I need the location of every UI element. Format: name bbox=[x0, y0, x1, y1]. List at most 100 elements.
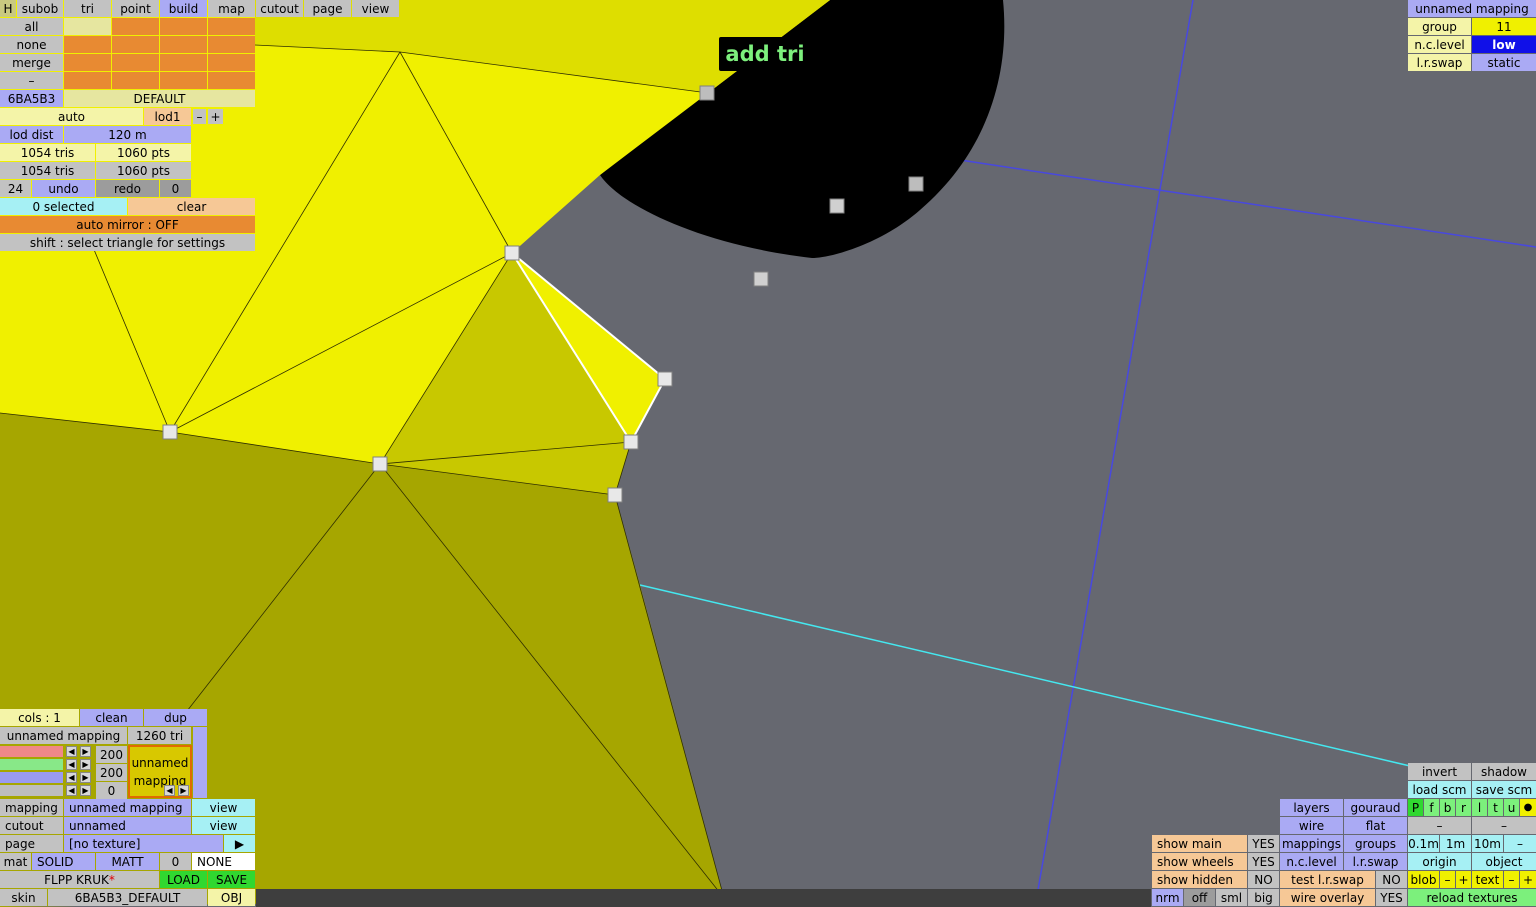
gray-right-arrow-icon[interactable]: ▶ bbox=[80, 785, 91, 796]
red-slider[interactable] bbox=[0, 746, 63, 757]
merge-button[interactable]: merge bbox=[0, 54, 63, 71]
swatch-13[interactable] bbox=[64, 72, 111, 89]
swatch-11[interactable] bbox=[160, 54, 207, 71]
group-value[interactable]: 11 bbox=[1472, 18, 1536, 35]
blob-minus-button[interactable]: – bbox=[1440, 871, 1455, 888]
clean-button[interactable]: clean bbox=[80, 709, 143, 726]
show-main-button[interactable]: show main bbox=[1152, 835, 1247, 852]
dot-icon[interactable]: ● bbox=[1520, 799, 1536, 816]
mode-cutout-button[interactable]: cutout bbox=[256, 0, 303, 17]
layers-button[interactable]: layers bbox=[1280, 799, 1343, 816]
scale-1m-button[interactable]: 1m bbox=[1440, 835, 1471, 852]
lod-minus-button[interactable]: – bbox=[193, 109, 206, 124]
flag-u-button[interactable]: u bbox=[1504, 799, 1519, 816]
3d-viewport[interactable] bbox=[0, 0, 1536, 907]
show-main-value[interactable]: YES bbox=[1248, 835, 1279, 852]
page-value[interactable]: [no texture] bbox=[64, 835, 223, 852]
show-wheels-value[interactable]: YES bbox=[1248, 853, 1279, 870]
gouraud-button[interactable]: gouraud bbox=[1344, 799, 1407, 816]
object-id[interactable]: 6BA5B3 bbox=[0, 90, 63, 107]
mode-page-button[interactable]: page bbox=[304, 0, 351, 17]
mapping-value[interactable]: unnamed mapping bbox=[64, 799, 191, 816]
show-hidden-button[interactable]: show hidden bbox=[1152, 871, 1247, 888]
flag-t-button[interactable]: t bbox=[1488, 799, 1503, 816]
green-right-arrow-icon[interactable]: ▶ bbox=[80, 759, 91, 770]
cutout-view-button[interactable]: view bbox=[192, 817, 255, 834]
mode-tri-button[interactable]: tri bbox=[64, 0, 111, 17]
gray-left-arrow-icon[interactable]: ◀ bbox=[66, 785, 77, 796]
swatch-7[interactable] bbox=[160, 36, 207, 53]
object-name[interactable]: DEFAULT bbox=[64, 90, 255, 107]
lod-plus-button[interactable]: + bbox=[208, 109, 223, 124]
invert-button[interactable]: invert bbox=[1408, 763, 1471, 780]
save-button[interactable]: SAVE bbox=[208, 871, 255, 888]
scale-10m-button[interactable]: 10m bbox=[1472, 835, 1503, 852]
swatch-3[interactable] bbox=[160, 18, 207, 35]
cutout-value[interactable]: unnamed bbox=[64, 817, 191, 834]
groups-button[interactable]: groups bbox=[1344, 835, 1407, 852]
mode-map-button[interactable]: map bbox=[208, 0, 255, 17]
load-button[interactable]: LOAD bbox=[160, 871, 207, 888]
blue-slider[interactable] bbox=[0, 772, 63, 783]
mapping-view-button[interactable]: view bbox=[192, 799, 255, 816]
blue-right-arrow-icon[interactable]: ▶ bbox=[80, 772, 91, 783]
flag-p-button[interactable]: P bbox=[1408, 799, 1423, 816]
red-right-arrow-icon[interactable]: ▶ bbox=[80, 746, 91, 757]
load-scm-button[interactable]: load scm bbox=[1408, 781, 1471, 798]
wire-button[interactable]: wire bbox=[1280, 817, 1343, 834]
mode-point-button[interactable]: point bbox=[112, 0, 159, 17]
none-field[interactable]: NONE bbox=[192, 853, 255, 870]
clear-button[interactable]: clear bbox=[128, 198, 255, 215]
text-minus-button[interactable]: – bbox=[1504, 871, 1519, 888]
auto-mirror-toggle[interactable]: auto mirror : OFF bbox=[0, 216, 255, 233]
swatch-2[interactable] bbox=[112, 18, 159, 35]
shadow-button[interactable]: shadow bbox=[1472, 763, 1536, 780]
value-a[interactable]: 200 bbox=[96, 746, 127, 763]
lod-selector[interactable]: lod1 bbox=[144, 108, 191, 125]
swatch-5[interactable] bbox=[64, 36, 111, 53]
redo-button[interactable]: redo bbox=[96, 180, 159, 197]
flag-b-button[interactable]: b bbox=[1440, 799, 1455, 816]
swatch-4[interactable] bbox=[208, 18, 255, 35]
mapping-title[interactable]: unnamed mapping bbox=[1408, 0, 1536, 17]
select-all-button[interactable]: all bbox=[0, 18, 63, 35]
value-c[interactable]: 0 bbox=[96, 782, 127, 799]
off-button[interactable]: off bbox=[1184, 889, 1215, 906]
swatch-10[interactable] bbox=[112, 54, 159, 71]
auto-button[interactable]: auto bbox=[0, 108, 143, 125]
nrm-button[interactable]: nrm bbox=[1152, 889, 1183, 906]
lr-swap-button[interactable]: l.r.swap bbox=[1344, 853, 1407, 870]
origin-button[interactable]: origin bbox=[1408, 853, 1471, 870]
sml-button[interactable]: sml bbox=[1216, 889, 1247, 906]
swatch-8[interactable] bbox=[208, 36, 255, 53]
test-lr-swap-button[interactable]: test l.r.swap bbox=[1280, 871, 1375, 888]
mappings-button[interactable]: mappings bbox=[1280, 835, 1343, 852]
swatch-16[interactable] bbox=[208, 72, 255, 89]
flat-button[interactable]: flat bbox=[1344, 817, 1407, 834]
scale-01m-button[interactable]: 0.1m bbox=[1408, 835, 1439, 852]
green-left-arrow-icon[interactable]: ◀ bbox=[66, 759, 77, 770]
swatch-9[interactable] bbox=[64, 54, 111, 71]
blue-left-arrow-icon[interactable]: ◀ bbox=[66, 772, 77, 783]
preview-right-arrow-icon[interactable]: ▶ bbox=[178, 785, 189, 796]
dash-button-2[interactable]: – bbox=[1472, 817, 1536, 834]
swatch-1[interactable] bbox=[64, 18, 111, 35]
value-b[interactable]: 200 bbox=[96, 764, 127, 781]
swatch-6[interactable] bbox=[112, 36, 159, 53]
wire-overlay-value[interactable]: YES bbox=[1376, 889, 1407, 906]
dash-button-1[interactable]: – bbox=[1408, 817, 1471, 834]
text-plus-button[interactable]: + bbox=[1520, 871, 1536, 888]
nc-level-button[interactable]: n.c.level bbox=[1280, 853, 1343, 870]
flag-l-button[interactable]: l bbox=[1472, 799, 1487, 816]
h-button[interactable]: H bbox=[0, 0, 16, 17]
flag-r-button[interactable]: r bbox=[1456, 799, 1471, 816]
test-lr-swap-value[interactable]: NO bbox=[1376, 871, 1407, 888]
mapping-scrollbar[interactable] bbox=[193, 727, 207, 798]
blob-plus-button[interactable]: + bbox=[1456, 871, 1471, 888]
swatch-14[interactable] bbox=[112, 72, 159, 89]
swatch-15[interactable] bbox=[160, 72, 207, 89]
page-arrow-icon[interactable]: ▶ bbox=[224, 835, 255, 852]
lod-dist-value[interactable]: 120 m bbox=[64, 126, 191, 143]
wire-overlay-button[interactable]: wire overlay bbox=[1280, 889, 1375, 906]
dup-button[interactable]: dup bbox=[144, 709, 207, 726]
